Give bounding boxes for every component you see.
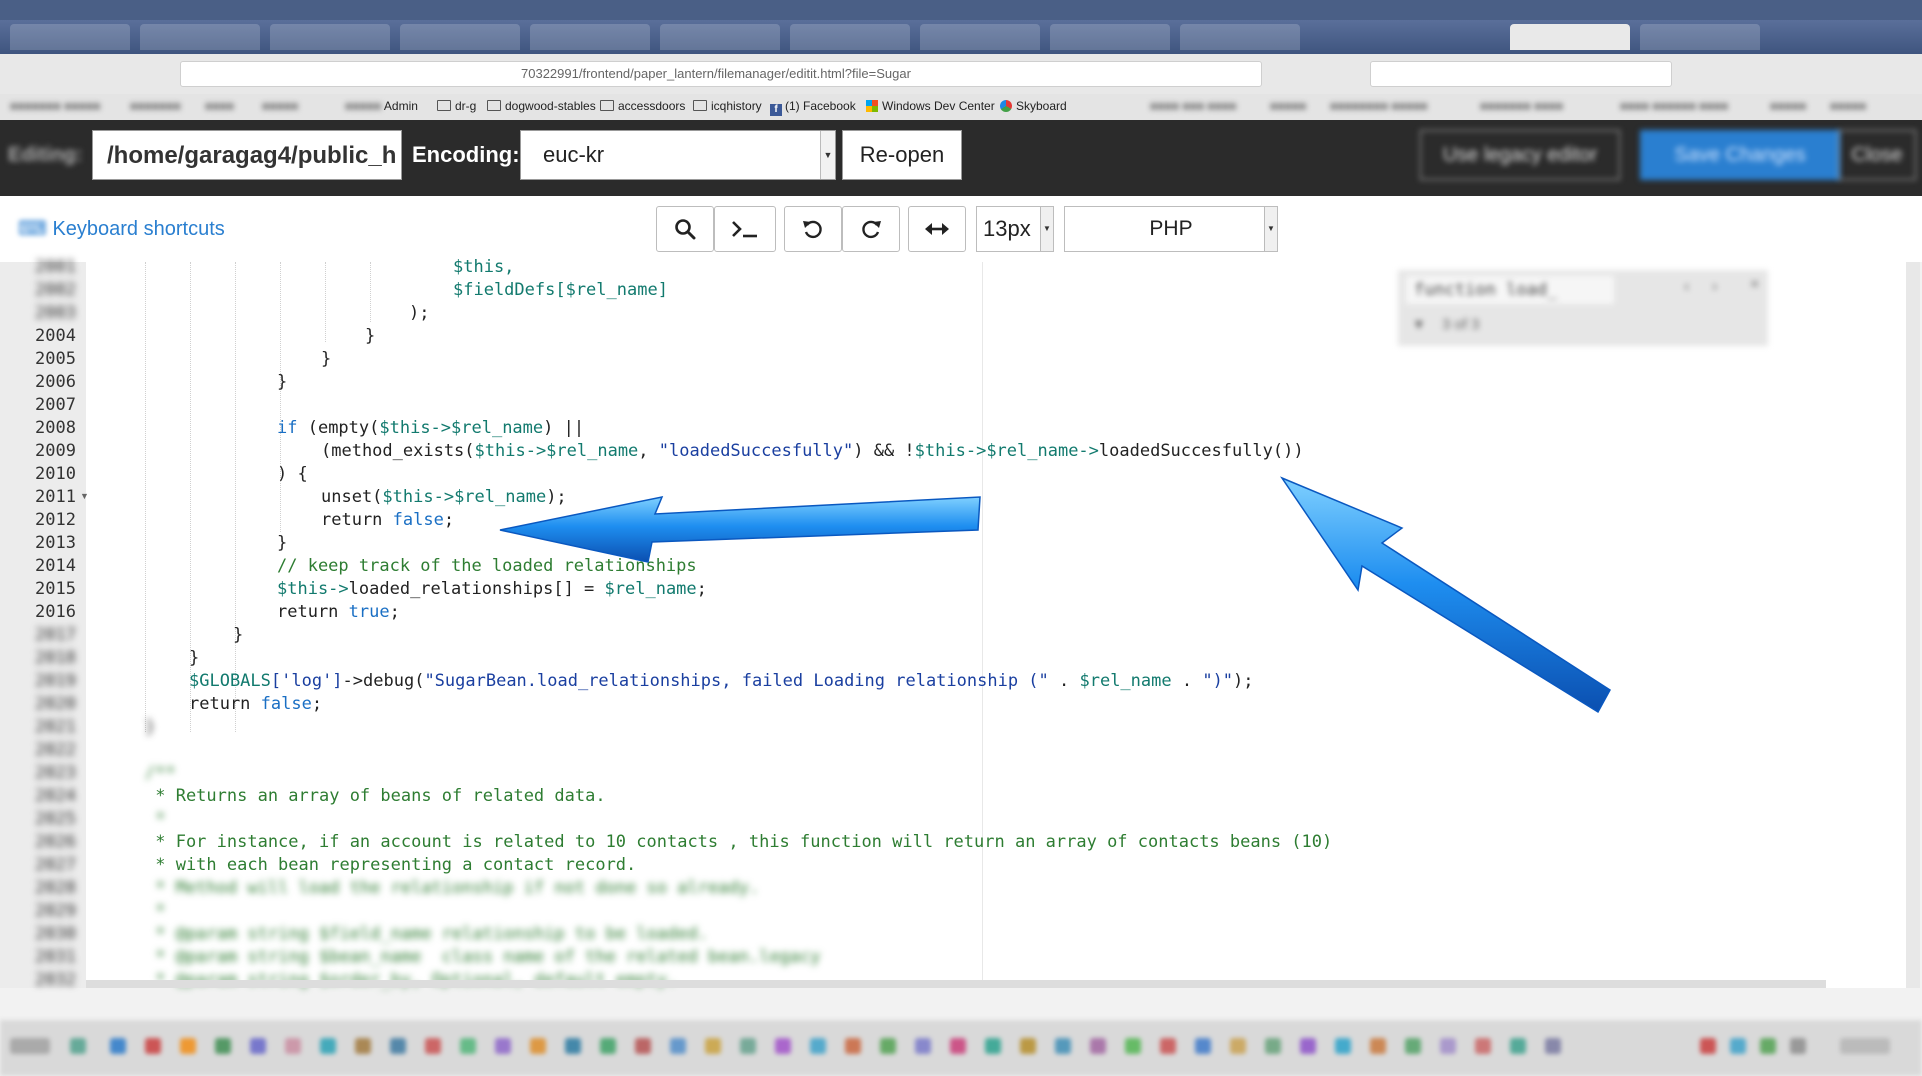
taskbar-app-icon[interactable] bbox=[600, 1038, 616, 1054]
taskbar-app-icon[interactable] bbox=[530, 1038, 546, 1054]
taskbar-app-icon[interactable] bbox=[950, 1038, 966, 1054]
taskbar-app-icon[interactable] bbox=[775, 1038, 791, 1054]
start-button[interactable] bbox=[10, 1038, 50, 1054]
taskbar-app-icon[interactable] bbox=[1265, 1038, 1281, 1054]
taskbar-app-icon[interactable] bbox=[880, 1038, 896, 1054]
taskbar-app-icon[interactable] bbox=[1090, 1038, 1106, 1054]
taskbar-app-icon[interactable] bbox=[1405, 1038, 1421, 1054]
taskbar-app-icon[interactable] bbox=[670, 1038, 686, 1054]
taskbar-app-icon[interactable] bbox=[1475, 1038, 1491, 1054]
taskbar-app-icon[interactable] bbox=[705, 1038, 721, 1054]
taskbar-app-icon[interactable] bbox=[425, 1038, 441, 1054]
taskbar-app-icon[interactable] bbox=[1300, 1038, 1316, 1054]
taskbar-app-icon[interactable] bbox=[250, 1038, 266, 1054]
tray-icon[interactable] bbox=[1760, 1038, 1776, 1054]
taskbar-app-icon[interactable] bbox=[355, 1038, 371, 1054]
taskbar-app-icon[interactable] bbox=[915, 1038, 931, 1054]
taskbar-app-icon[interactable] bbox=[1440, 1038, 1456, 1054]
taskbar-app-icon[interactable] bbox=[495, 1038, 511, 1054]
taskbar-app-icon[interactable] bbox=[845, 1038, 861, 1054]
taskbar-app-icon[interactable] bbox=[390, 1038, 406, 1054]
taskbar-app-icon[interactable] bbox=[1125, 1038, 1141, 1054]
taskbar-app-icon[interactable] bbox=[460, 1038, 476, 1054]
taskbar-app-icon[interactable] bbox=[180, 1038, 196, 1054]
annotation-arrows bbox=[499, 476, 1611, 714]
taskbar-app-icon[interactable] bbox=[1370, 1038, 1386, 1054]
taskbar-app-icon[interactable] bbox=[1230, 1038, 1246, 1054]
tray-icon[interactable] bbox=[1790, 1038, 1806, 1054]
taskbar-app-icon[interactable] bbox=[635, 1038, 651, 1054]
taskbar-app-icon[interactable] bbox=[145, 1038, 161, 1054]
taskbar-app-icon[interactable] bbox=[1335, 1038, 1351, 1054]
taskbar-app-icon[interactable] bbox=[285, 1038, 301, 1054]
taskbar-app-icon[interactable] bbox=[1545, 1038, 1561, 1054]
taskbar-app-icon[interactable] bbox=[985, 1038, 1001, 1054]
taskbar-app-icon[interactable] bbox=[810, 1038, 826, 1054]
taskbar-app-icon[interactable] bbox=[565, 1038, 581, 1054]
taskbar-app-icon[interactable] bbox=[70, 1038, 86, 1054]
taskbar-app-icon[interactable] bbox=[320, 1038, 336, 1054]
taskbar-app-icon[interactable] bbox=[215, 1038, 231, 1054]
clock[interactable] bbox=[1840, 1038, 1890, 1054]
taskbar-app-icon[interactable] bbox=[740, 1038, 756, 1054]
taskbar-app-icon[interactable] bbox=[1020, 1038, 1036, 1054]
taskbar bbox=[0, 1020, 1922, 1076]
taskbar-app-icon[interactable] bbox=[1195, 1038, 1211, 1054]
taskbar-app-icon[interactable] bbox=[1510, 1038, 1526, 1054]
annotation-arrow-left bbox=[499, 495, 981, 563]
taskbar-app-icon[interactable] bbox=[1055, 1038, 1071, 1054]
tray-icon[interactable] bbox=[1730, 1038, 1746, 1054]
taskbar-app-icon[interactable] bbox=[110, 1038, 126, 1054]
taskbar-app-icon[interactable] bbox=[1160, 1038, 1176, 1054]
tray-icon[interactable] bbox=[1700, 1038, 1716, 1054]
annotation-arrow-diagonal bbox=[1279, 476, 1611, 714]
